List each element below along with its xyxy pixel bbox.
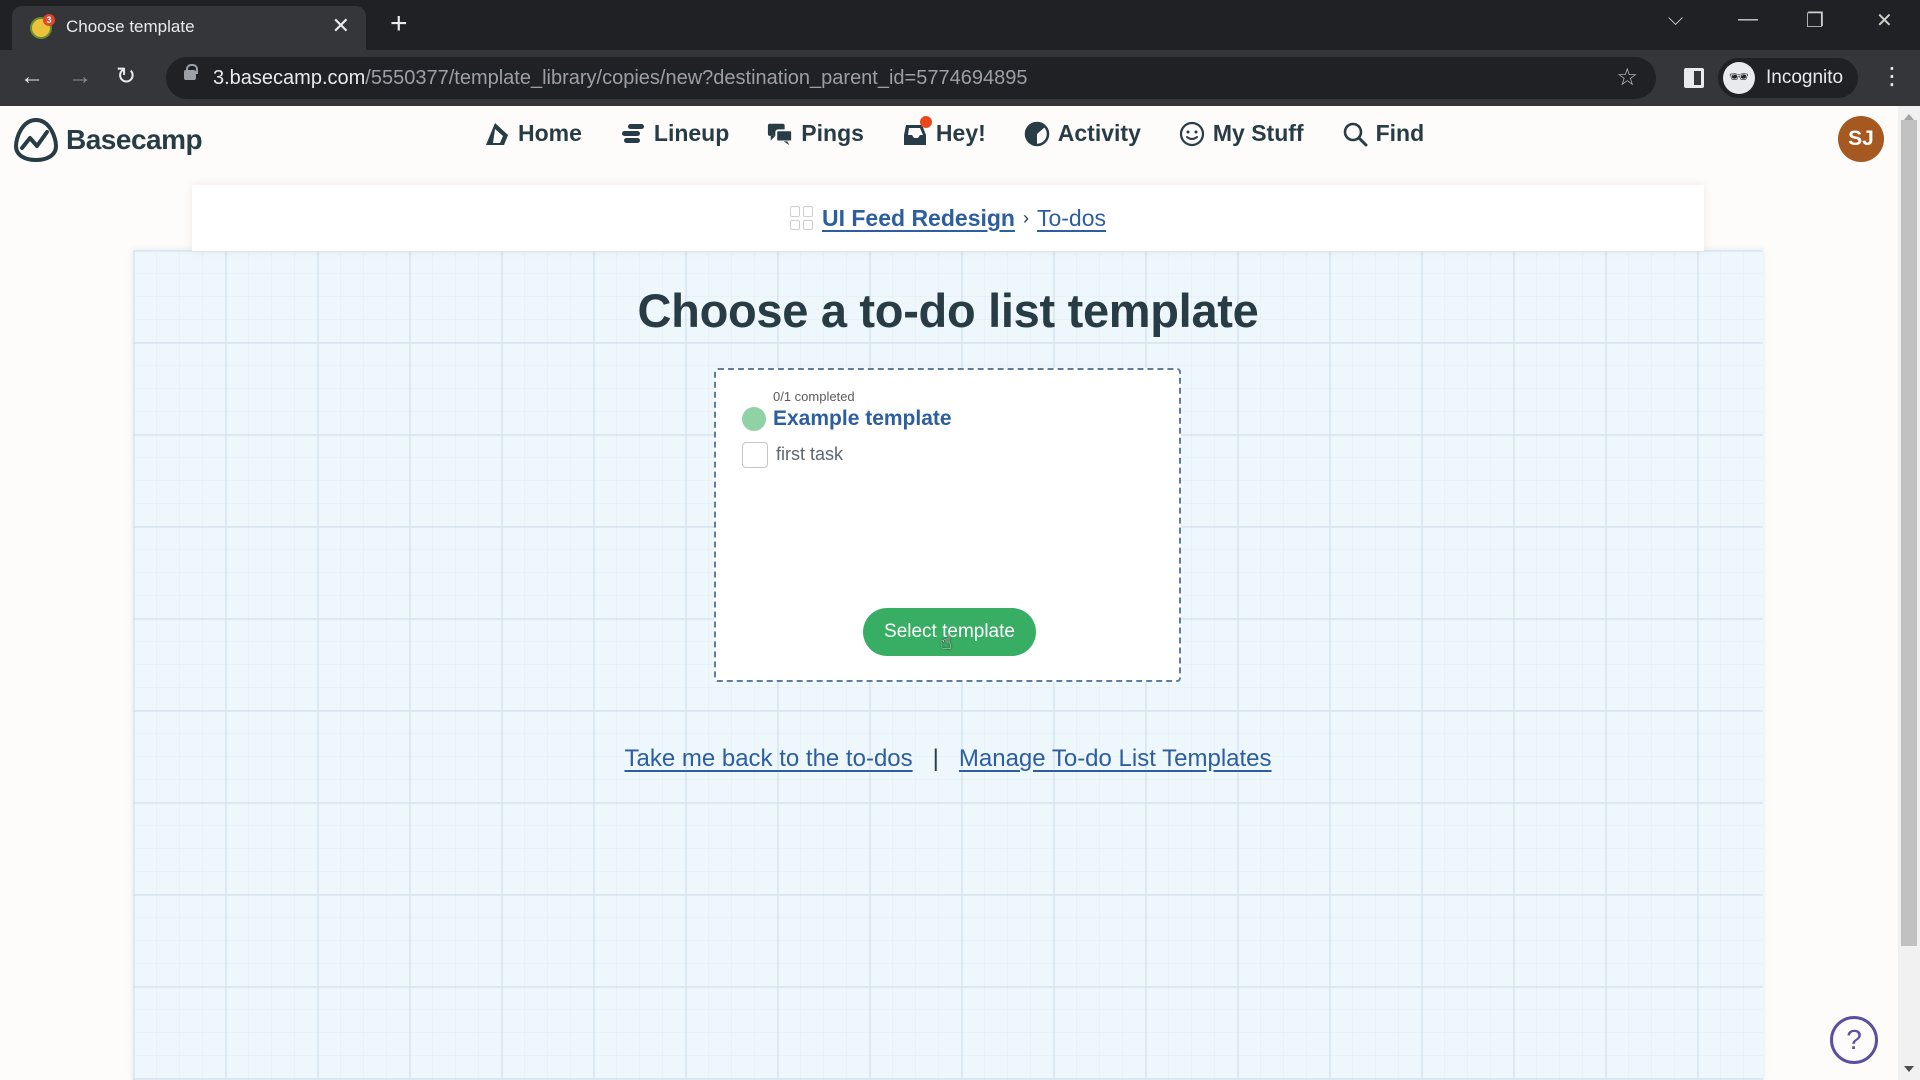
activity-icon [1024, 121, 1050, 147]
url-text[interactable]: 3.basecamp.com/5550377/template_library/… [213, 67, 1027, 90]
bookmark-star-icon[interactable]: ☆ [1616, 63, 1638, 92]
forward-icon[interactable]: → [68, 62, 92, 92]
breadcrumb-todos-link[interactable]: To-dos [1037, 205, 1106, 232]
home-icon [484, 121, 510, 147]
incognito-icon: 🕶 [1723, 62, 1755, 94]
my-stuff-icon [1179, 121, 1205, 147]
logo-name: Basecamp [66, 124, 203, 155]
minimize-icon[interactable]: — [1738, 8, 1758, 31]
project-grid-icon [789, 206, 814, 230]
close-tab-icon[interactable]: ✕ [332, 14, 350, 38]
reload-icon[interactable]: ↻ [116, 62, 136, 92]
tab-title: Choose template [66, 17, 195, 36]
app-menu: Home Lineup Pings Hey! Activity My Stuff… [484, 116, 1425, 147]
address-bar[interactable]: 3.basecamp.com/5550377/template_library/… [166, 57, 1656, 99]
incognito-label: Incognito [1766, 67, 1844, 88]
nav-pings[interactable]: Pings [767, 120, 864, 147]
lineup-icon [620, 121, 646, 147]
close-window-icon[interactable]: ✕ [1876, 8, 1893, 33]
tab-search-chevron-icon[interactable]: ⌵ [1668, 8, 1683, 31]
basecamp-logo-icon [13, 117, 59, 163]
lock-icon [184, 64, 198, 80]
nav-activity-label: Activity [1057, 120, 1141, 146]
template-name[interactable]: Example template [773, 407, 952, 431]
hand-cursor-icon: ☝ [940, 632, 953, 654]
incognito-profile-button[interactable]: 🕶 Incognito [1718, 58, 1858, 98]
page-title: Choose a to-do list template [637, 284, 1259, 337]
manage-templates-link[interactable]: Manage To-do List Templates [959, 745, 1272, 773]
footer-links: Take me back to the to-dos | Manage To-d… [0, 745, 1896, 773]
template-progress: 0/1 completed [773, 389, 855, 404]
footer-separator: | [932, 745, 939, 772]
breadcrumb-separator: › [1022, 207, 1029, 228]
nav-my-stuff-label: My Stuff [1212, 120, 1304, 146]
nav-activity[interactable]: Activity [1024, 120, 1141, 147]
browser-tab-bar: Choose template ✕ + ⌵ — ❐ ✕ [0, 0, 1920, 50]
basecamp-logo[interactable]: Basecamp [12, 116, 203, 164]
help-button[interactable]: ? [1830, 1016, 1878, 1064]
browser-menu-icon[interactable]: ⋮ [1880, 62, 1904, 92]
nav-lineup-label: Lineup [653, 120, 730, 146]
browser-toolbar: ← → ↻ 3.basecamp.com/5550377/template_li… [0, 50, 1920, 106]
basecamp-favicon-icon [30, 14, 55, 39]
nav-my-stuff[interactable]: My Stuff [1179, 120, 1304, 147]
back-to-todos-link[interactable]: Take me back to the to-dos [624, 745, 912, 773]
task-checkbox[interactable] [742, 442, 768, 468]
breadcrumb: UI Feed Redesign › To-dos [192, 185, 1704, 251]
template-progress-dot-icon [742, 407, 766, 431]
scroll-down-arrow-icon[interactable] [1904, 1066, 1914, 1072]
nav-lineup[interactable]: Lineup [620, 120, 729, 147]
search-icon [1342, 121, 1368, 147]
pings-icon [767, 121, 794, 147]
restore-icon[interactable]: ❐ [1806, 8, 1824, 33]
browser-tab[interactable]: Choose template ✕ [12, 6, 366, 50]
nav-hey[interactable]: Hey! [902, 116, 986, 147]
scrollbar-thumb[interactable] [1901, 120, 1917, 946]
nav-home[interactable]: Home [484, 120, 582, 147]
app-navbar: Basecamp Home Lineup Pings Hey! Activity… [0, 106, 1898, 168]
notification-dot [919, 116, 932, 128]
nav-find-label: Find [1375, 120, 1425, 146]
page-scrollbar[interactable] [1898, 106, 1920, 1080]
new-tab-icon[interactable]: + [390, 8, 408, 40]
side-panel-icon[interactable] [1684, 68, 1704, 88]
breadcrumb-project-link[interactable]: UI Feed Redesign [822, 205, 1015, 232]
task-label: first task [776, 444, 844, 464]
nav-find[interactable]: Find [1342, 120, 1425, 147]
nav-home-label: Home [518, 120, 582, 146]
nav-hey-label: Hey! [935, 120, 986, 146]
nav-pings-label: Pings [801, 120, 864, 146]
avatar[interactable]: SJ [1838, 116, 1884, 162]
back-icon[interactable]: ← [20, 62, 44, 92]
